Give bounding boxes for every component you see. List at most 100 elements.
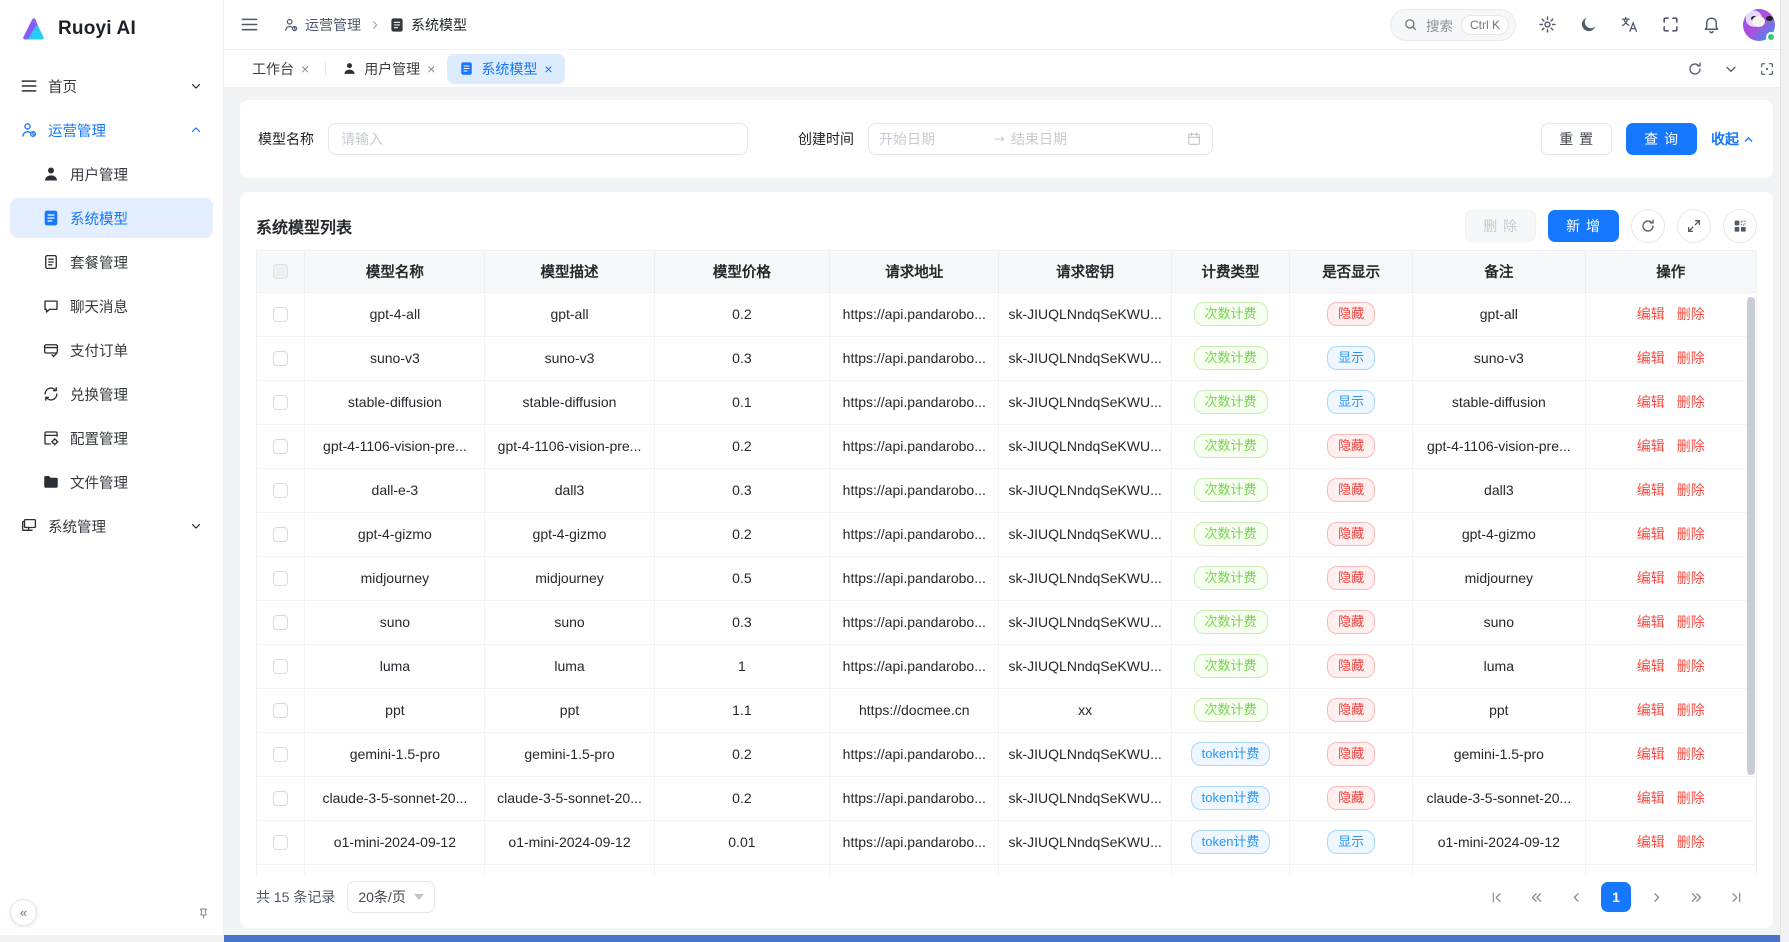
- edit-link[interactable]: 编辑: [1637, 394, 1665, 410]
- settings-gear-icon[interactable]: [1538, 15, 1557, 34]
- row-delete-link[interactable]: 删除: [1677, 438, 1705, 454]
- edit-link[interactable]: 编辑: [1637, 790, 1665, 806]
- edit-link[interactable]: 编辑: [1637, 482, 1665, 498]
- sidebar-item-file-management[interactable]: 文件管理: [10, 462, 213, 502]
- sidebar-item-user-management[interactable]: 用户管理: [10, 154, 213, 194]
- row-checkbox[interactable]: [273, 835, 288, 850]
- tab-系统模型[interactable]: 系统模型×: [447, 54, 564, 84]
- table-scrollbar-thumb[interactable]: [1747, 297, 1755, 775]
- edit-link[interactable]: 编辑: [1637, 746, 1665, 762]
- edit-link[interactable]: 编辑: [1637, 350, 1665, 366]
- sidebar-item-home[interactable]: 首页: [10, 66, 213, 106]
- edit-link[interactable]: 编辑: [1637, 614, 1665, 630]
- sidebar-toggle-icon[interactable]: [240, 15, 259, 34]
- edit-link[interactable]: 编辑: [1637, 438, 1665, 454]
- delete-button[interactable]: 删 除: [1465, 210, 1536, 242]
- query-button[interactable]: 查 询: [1626, 123, 1697, 155]
- breadcrumb-label: 运营管理: [305, 15, 361, 35]
- model-name-cell: dall-e-3: [372, 482, 419, 498]
- breadcrumb-item[interactable]: 系统模型: [389, 15, 467, 35]
- row-checkbox[interactable]: [273, 659, 288, 674]
- row-delete-link[interactable]: 删除: [1677, 394, 1705, 410]
- row-delete-link[interactable]: 删除: [1677, 658, 1705, 674]
- translate-icon[interactable]: [1620, 15, 1639, 34]
- row-delete-link[interactable]: 删除: [1677, 614, 1705, 630]
- tab-close-icon[interactable]: ×: [427, 62, 435, 76]
- refresh-page-icon[interactable]: [1687, 61, 1703, 77]
- start-date-input[interactable]: [879, 131, 989, 147]
- tab-用户管理[interactable]: 用户管理×: [330, 54, 447, 84]
- collapse-filter-link[interactable]: 收起: [1711, 129, 1755, 149]
- row-checkbox[interactable]: [273, 395, 288, 410]
- table-refresh-button[interactable]: [1631, 209, 1665, 243]
- row-delete-link[interactable]: 删除: [1677, 482, 1705, 498]
- sidebar-item-system-management[interactable]: 系统管理: [10, 506, 213, 546]
- tabs-dropdown-chevron-icon[interactable]: [1723, 61, 1739, 77]
- row-delete-link[interactable]: 删除: [1677, 746, 1705, 762]
- select-all-checkbox[interactable]: [273, 264, 288, 279]
- sidebar-item-redeem-management[interactable]: 兑换管理: [10, 374, 213, 414]
- row-delete-link[interactable]: 删除: [1677, 834, 1705, 850]
- row-checkbox[interactable]: [273, 527, 288, 542]
- row-checkbox[interactable]: [273, 439, 288, 454]
- notifications-bell-icon[interactable]: [1702, 15, 1721, 34]
- sidebar-item-system-model[interactable]: 系统模型: [10, 198, 213, 238]
- row-delete-link[interactable]: 删除: [1677, 790, 1705, 806]
- row-checkbox[interactable]: [273, 615, 288, 630]
- breadcrumb-item[interactable]: 运营管理: [283, 15, 361, 35]
- pin-icon[interactable]: [196, 905, 211, 920]
- tab-close-icon[interactable]: ×: [301, 62, 309, 76]
- row-delete-link[interactable]: 删除: [1677, 526, 1705, 542]
- edit-link[interactable]: 编辑: [1637, 834, 1665, 850]
- edit-link[interactable]: 编辑: [1637, 306, 1665, 322]
- edit-link[interactable]: 编辑: [1637, 570, 1665, 586]
- content-fullscreen-icon[interactable]: [1759, 61, 1775, 77]
- sidebar-item-operations[interactable]: 运营管理: [10, 110, 213, 150]
- row-delete-link[interactable]: 删除: [1677, 570, 1705, 586]
- prev-group-button[interactable]: [1521, 882, 1551, 912]
- row-checkbox[interactable]: [273, 351, 288, 366]
- page-size-select[interactable]: 20条/页: [347, 881, 434, 913]
- row-checkbox[interactable]: [273, 483, 288, 498]
- first-page-button[interactable]: [1481, 882, 1511, 912]
- table-expand-button[interactable]: [1677, 209, 1711, 243]
- prev-page-button[interactable]: [1561, 882, 1591, 912]
- row-delete-link[interactable]: 删除: [1677, 702, 1705, 718]
- row-checkbox[interactable]: [273, 703, 288, 718]
- reset-button[interactable]: 重 置: [1541, 123, 1612, 155]
- date-range-picker[interactable]: [868, 123, 1213, 155]
- edit-link[interactable]: 编辑: [1637, 702, 1665, 718]
- global-search[interactable]: 搜索 Ctrl K: [1390, 9, 1516, 41]
- last-page-button[interactable]: [1721, 882, 1751, 912]
- sidebar-collapse-button[interactable]: «: [10, 899, 37, 926]
- current-page-button[interactable]: 1: [1601, 882, 1631, 912]
- dark-mode-moon-icon[interactable]: [1579, 15, 1598, 34]
- next-page-button[interactable]: [1641, 882, 1671, 912]
- table-columns-button[interactable]: [1723, 209, 1757, 243]
- horizontal-scrollbar[interactable]: [224, 935, 1780, 942]
- model-desc-cell: ppt: [560, 702, 579, 718]
- row-checkbox[interactable]: [273, 571, 288, 586]
- end-date-input[interactable]: [1011, 131, 1121, 147]
- online-status-dot: [1766, 32, 1776, 42]
- user-avatar[interactable]: [1743, 9, 1775, 41]
- row-checkbox[interactable]: [273, 791, 288, 806]
- next-group-button[interactable]: [1681, 882, 1711, 912]
- fullscreen-icon[interactable]: [1661, 15, 1680, 34]
- add-button[interactable]: 新 增: [1548, 210, 1619, 242]
- row-checkbox[interactable]: [273, 307, 288, 322]
- page-scrollbar-track[interactable]: [1780, 0, 1789, 942]
- sidebar-item-chat-messages[interactable]: 聊天消息: [10, 286, 213, 326]
- tab-工作台[interactable]: 工作台×: [240, 54, 321, 84]
- model-name-input[interactable]: [328, 123, 748, 155]
- row-delete-link[interactable]: 删除: [1677, 306, 1705, 322]
- sidebar-item-package-management[interactable]: 套餐管理: [10, 242, 213, 282]
- sidebar-item-config-management[interactable]: 配置管理: [10, 418, 213, 458]
- brand-logo[interactable]: Ruoyi AI: [0, 0, 223, 54]
- edit-link[interactable]: 编辑: [1637, 658, 1665, 674]
- row-delete-link[interactable]: 删除: [1677, 350, 1705, 366]
- tab-close-icon[interactable]: ×: [544, 62, 552, 76]
- row-checkbox[interactable]: [273, 747, 288, 762]
- sidebar-item-payment-orders[interactable]: 支付订单: [10, 330, 213, 370]
- edit-link[interactable]: 编辑: [1637, 526, 1665, 542]
